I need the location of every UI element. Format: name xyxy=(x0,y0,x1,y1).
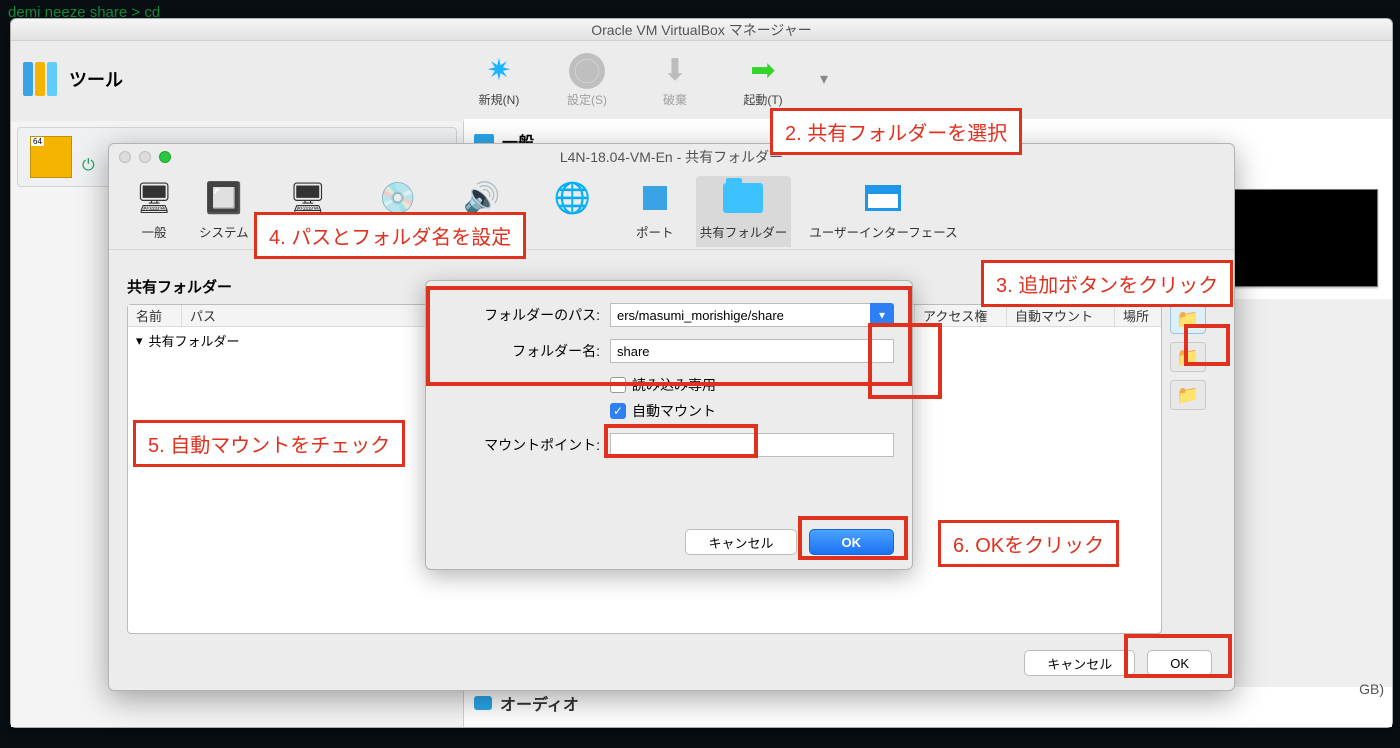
annotation-3: 3. 追加ボタンをクリック xyxy=(981,260,1233,307)
label-folder-path: フォルダーのパス: xyxy=(444,305,600,325)
action-settings-label: 設定(S) xyxy=(556,91,618,108)
speaker-icon xyxy=(474,696,492,710)
add-folder-button[interactable]: 📁 xyxy=(1170,304,1206,334)
row-automount[interactable]: ✓ 自動マウント xyxy=(610,401,894,421)
mountpoint-input[interactable] xyxy=(610,433,894,457)
settings-title: L4N-18.04-VM-En - 共有フォルダー xyxy=(109,144,1234,170)
start-icon: ➡ xyxy=(732,51,794,91)
storage-gb-tail: GB) xyxy=(1359,681,1384,697)
tools-cell[interactable]: ツール xyxy=(11,62,456,96)
settings-cancel-button[interactable]: キャンセル xyxy=(1024,650,1135,676)
row-mountpoint: マウントポイント: xyxy=(444,433,894,457)
folder-remove-icon: 📁 xyxy=(1177,385,1199,406)
col-access[interactable]: アクセス権 xyxy=(915,305,1007,326)
annotation-5: 5. 自動マウントをチェック xyxy=(133,420,405,467)
automount-checkbox[interactable]: ✓ xyxy=(610,403,626,419)
discard-icon: ⬇ xyxy=(644,51,706,91)
action-new[interactable]: ✷ 新規(N) xyxy=(468,51,530,108)
action-start-label: 起動(T) xyxy=(732,91,794,108)
col-name[interactable]: 名前 xyxy=(128,305,182,326)
label-folder-name: フォルダー名: xyxy=(444,341,600,361)
tab-system[interactable]: 🔲 システム xyxy=(195,176,253,247)
network-icon: 🌐 xyxy=(549,178,595,218)
tab-shared-folders[interactable]: 共有フォルダー xyxy=(696,176,792,247)
row-folder-name: フォルダー名: xyxy=(444,339,894,363)
table-side-buttons: 📁 📁 📁 xyxy=(1170,304,1210,410)
label-mountpoint: マウントポイント: xyxy=(444,435,600,455)
manager-titlebar: Oracle VM VirtualBox マネージャー xyxy=(11,19,1392,41)
readonly-checkbox[interactable] xyxy=(610,377,626,393)
row-folder-path: フォルダーのパス: ▾ xyxy=(444,303,894,327)
traffic-min[interactable] xyxy=(139,151,151,163)
automount-label: 自動マウント xyxy=(632,401,716,421)
new-icon: ✷ xyxy=(468,51,530,91)
popup-footer: キャンセル OK xyxy=(685,529,894,555)
details-audio-label: オーディオ xyxy=(500,691,579,715)
details-audio-row[interactable]: オーディオ xyxy=(474,691,579,715)
action-discard-label: 破棄 xyxy=(644,91,706,108)
folder-path-combo[interactable]: ▾ xyxy=(610,303,894,327)
tab-general[interactable]: 🖥 一般 xyxy=(127,176,181,247)
settings-footer: キャンセル OK xyxy=(1024,650,1212,676)
annotation-2: 2. 共有フォルダーを選択 xyxy=(770,108,1022,155)
popup-cancel-button[interactable]: キャンセル xyxy=(685,529,796,555)
folder-path-dropdown[interactable]: ▾ xyxy=(870,303,894,327)
tab-shared-label: 共有フォルダー xyxy=(700,222,788,241)
tab-ui-label: ユーザーインターフェース xyxy=(809,222,957,241)
add-shared-folder-dialog: フォルダーのパス: ▾ フォルダー名: 読み込み専用 ✓ 自動マウント マウント… xyxy=(425,280,913,570)
main-actions: ✷ 新規(N) 設定(S) ⬇ 破棄 ➡ 起動(T) ▾ xyxy=(468,51,828,108)
annotation-4: 4. パスとフォルダ名を設定 xyxy=(254,212,526,259)
start-dropdown-caret[interactable]: ▾ xyxy=(820,69,828,89)
tab-general-label: 一般 xyxy=(131,222,177,241)
tab-ports[interactable]: ポート xyxy=(628,176,682,247)
row-readonly[interactable]: 読み込み専用 xyxy=(610,375,894,395)
readonly-label: 読み込み専用 xyxy=(632,375,716,395)
chevron-down-icon: ▾ xyxy=(136,333,143,349)
port-icon xyxy=(632,178,678,218)
ui-icon xyxy=(860,178,906,218)
settings-ok-button[interactable]: OK xyxy=(1147,650,1212,676)
folder-path-input[interactable] xyxy=(610,303,870,327)
window-traffic-lights[interactable] xyxy=(119,151,171,163)
gear-icon xyxy=(556,51,618,91)
preview-pane xyxy=(1230,299,1392,687)
traffic-zoom[interactable] xyxy=(159,151,171,163)
annotation-6: 6. OKをクリック xyxy=(938,520,1119,567)
action-start[interactable]: ➡ 起動(T) xyxy=(732,51,794,108)
tools-label: ツール xyxy=(69,66,123,92)
tab-ports-label: ポート xyxy=(632,222,678,241)
remove-folder-button: 📁 xyxy=(1170,380,1206,410)
tab-network[interactable]: 🌐 ネットワーク xyxy=(531,176,614,247)
col-at[interactable]: 場所 xyxy=(1115,305,1161,326)
folder-icon xyxy=(720,178,766,218)
tools-icon xyxy=(23,62,57,96)
manager-toolbar: ツール ✷ 新規(N) 設定(S) ⬇ 破棄 ➡ 起動(T) ▾ xyxy=(11,41,1392,117)
tab-ui[interactable]: ユーザーインターフェース xyxy=(805,176,961,247)
action-new-label: 新規(N) xyxy=(468,91,530,108)
action-settings: 設定(S) xyxy=(556,51,618,108)
monitor-icon: 🖥 xyxy=(131,178,177,218)
traffic-close[interactable] xyxy=(119,151,131,163)
tree-root-label: 共有フォルダー xyxy=(149,331,240,350)
tab-system-label: システム xyxy=(199,222,249,241)
folder-plus-icon: 📁 xyxy=(1177,309,1199,330)
edit-folder-button: 📁 xyxy=(1170,342,1206,372)
chip-icon: 🔲 xyxy=(201,178,247,218)
popup-ok-button[interactable]: OK xyxy=(809,529,895,555)
vm-os-icon xyxy=(30,136,72,178)
vm-screen-preview xyxy=(1230,189,1378,287)
vm-power-icon: ⏻ xyxy=(82,157,95,174)
action-discard: ⬇ 破棄 xyxy=(644,51,706,108)
chevron-down-icon: ▾ xyxy=(879,308,885,322)
col-automount[interactable]: 自動マウント xyxy=(1007,305,1115,326)
folder-edit-icon: 📁 xyxy=(1177,347,1199,368)
folder-name-input[interactable] xyxy=(610,339,894,363)
